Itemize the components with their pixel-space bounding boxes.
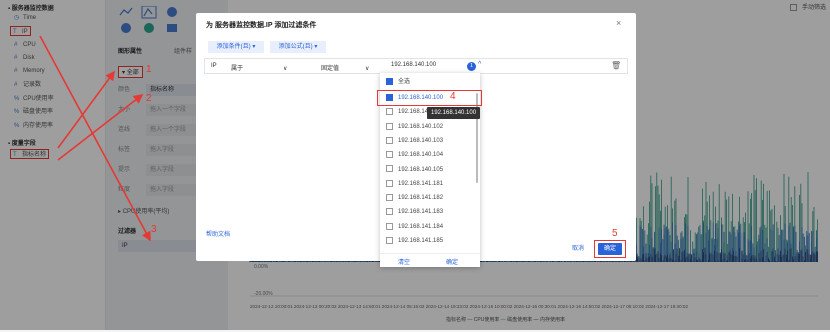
help-doc-link[interactable]: 帮助文档 — [206, 229, 230, 238]
annotation-1: 1 — [146, 64, 152, 75]
ip-option[interactable]: 192.168.140.103 — [386, 135, 443, 147]
value-label: 192.168.140.100 — [391, 62, 437, 68]
annotation-5: 5 — [612, 228, 618, 239]
option-label: 192.168.140.105 — [398, 166, 444, 173]
option-label: 192.168.141.185 — [398, 238, 444, 244]
confirm-highlight — [594, 240, 626, 258]
dialog-title: 为 服务器监控数据.IP 添加过滤条件 — [206, 22, 317, 29]
option-checkbox[interactable] — [386, 165, 393, 173]
clear-button[interactable]: 清空 — [398, 257, 410, 266]
ip-option[interactable]: 192.168.140.104 — [386, 149, 443, 161]
ip-option[interactable]: 192.168.141.185 — [386, 235, 443, 247]
selected-count-badge: 1 — [467, 62, 476, 71]
trash-icon[interactable]: 🗑 — [611, 61, 621, 70]
option-checkbox[interactable] — [386, 122, 393, 130]
option-label: 192.168.140.102 — [398, 123, 444, 130]
condition-row: IP 属于 ∨ 固定值 ∨ 192.168.140.100 1 ^ 🗑 — [204, 58, 628, 74]
mode-label: 固定值 — [321, 66, 340, 72]
option-label: 192.168.141.183 — [398, 209, 444, 216]
dropdown-footer: 清空 确定 — [380, 253, 480, 267]
close-icon[interactable]: × — [616, 18, 621, 28]
option-checkbox[interactable] — [386, 194, 393, 202]
operator-label: 属于 — [231, 66, 244, 72]
select-all-checkbox[interactable] — [386, 77, 393, 85]
ip-option[interactable]: 192.168.140.102 — [386, 121, 443, 133]
option-checkbox[interactable] — [386, 236, 393, 244]
annotation-4: 4 — [450, 91, 456, 102]
add-formula-label: 添加公式(且) — [278, 44, 313, 50]
ip-option[interactable]: 192.168.141.183 — [386, 206, 443, 218]
option-label: 192.168.141.182 — [398, 195, 444, 202]
option-checkbox[interactable] — [386, 151, 393, 159]
option-highlight — [377, 90, 482, 106]
condition-field[interactable]: IP — [211, 63, 217, 69]
ip-option[interactable]: 192.168.141.182 — [386, 192, 443, 204]
option-checkbox[interactable] — [386, 108, 393, 116]
select-all-label: 全选 — [398, 79, 411, 85]
option-label: 192.168.140.104 — [398, 152, 444, 159]
annotation-3: 3 — [151, 224, 157, 235]
option-label: 192.168.141.181 — [398, 180, 444, 187]
add-condition-button[interactable]: 添加条件(且) ▾ — [208, 41, 264, 53]
select-all-option[interactable]: 全选 — [386, 76, 410, 88]
annotation-2: 2 — [146, 93, 152, 104]
add-condition-label: 添加条件(且) — [216, 44, 251, 50]
option-checkbox[interactable] — [386, 208, 393, 216]
condition-mode[interactable]: 固定值 ∨ — [321, 63, 369, 72]
chevron-up-icon[interactable]: ^ — [478, 61, 481, 68]
option-label: 192.168.140.103 — [398, 137, 444, 144]
option-tooltip: 192.168.140.100 — [427, 107, 481, 119]
chevron-down-icon: ∨ — [283, 66, 288, 72]
cancel-button[interactable]: 取消 — [566, 243, 590, 255]
dropdown-ok-button[interactable]: 确定 — [446, 257, 458, 266]
option-checkbox[interactable] — [386, 136, 393, 144]
ip-option[interactable]: 192.168.141.181 — [386, 178, 443, 190]
option-label: 192.168.141.184 — [398, 223, 444, 230]
option-checkbox[interactable] — [386, 179, 393, 187]
condition-operator[interactable]: 属于 ∨ — [231, 63, 287, 72]
ip-option[interactable]: 192.168.140.105 — [386, 164, 443, 176]
chevron-down-icon: ∨ — [365, 66, 370, 72]
add-formula-button[interactable]: 添加公式(且) ▾ — [270, 41, 326, 53]
ip-option[interactable]: 192.168.141.184 — [386, 221, 443, 233]
option-checkbox[interactable] — [386, 222, 393, 230]
